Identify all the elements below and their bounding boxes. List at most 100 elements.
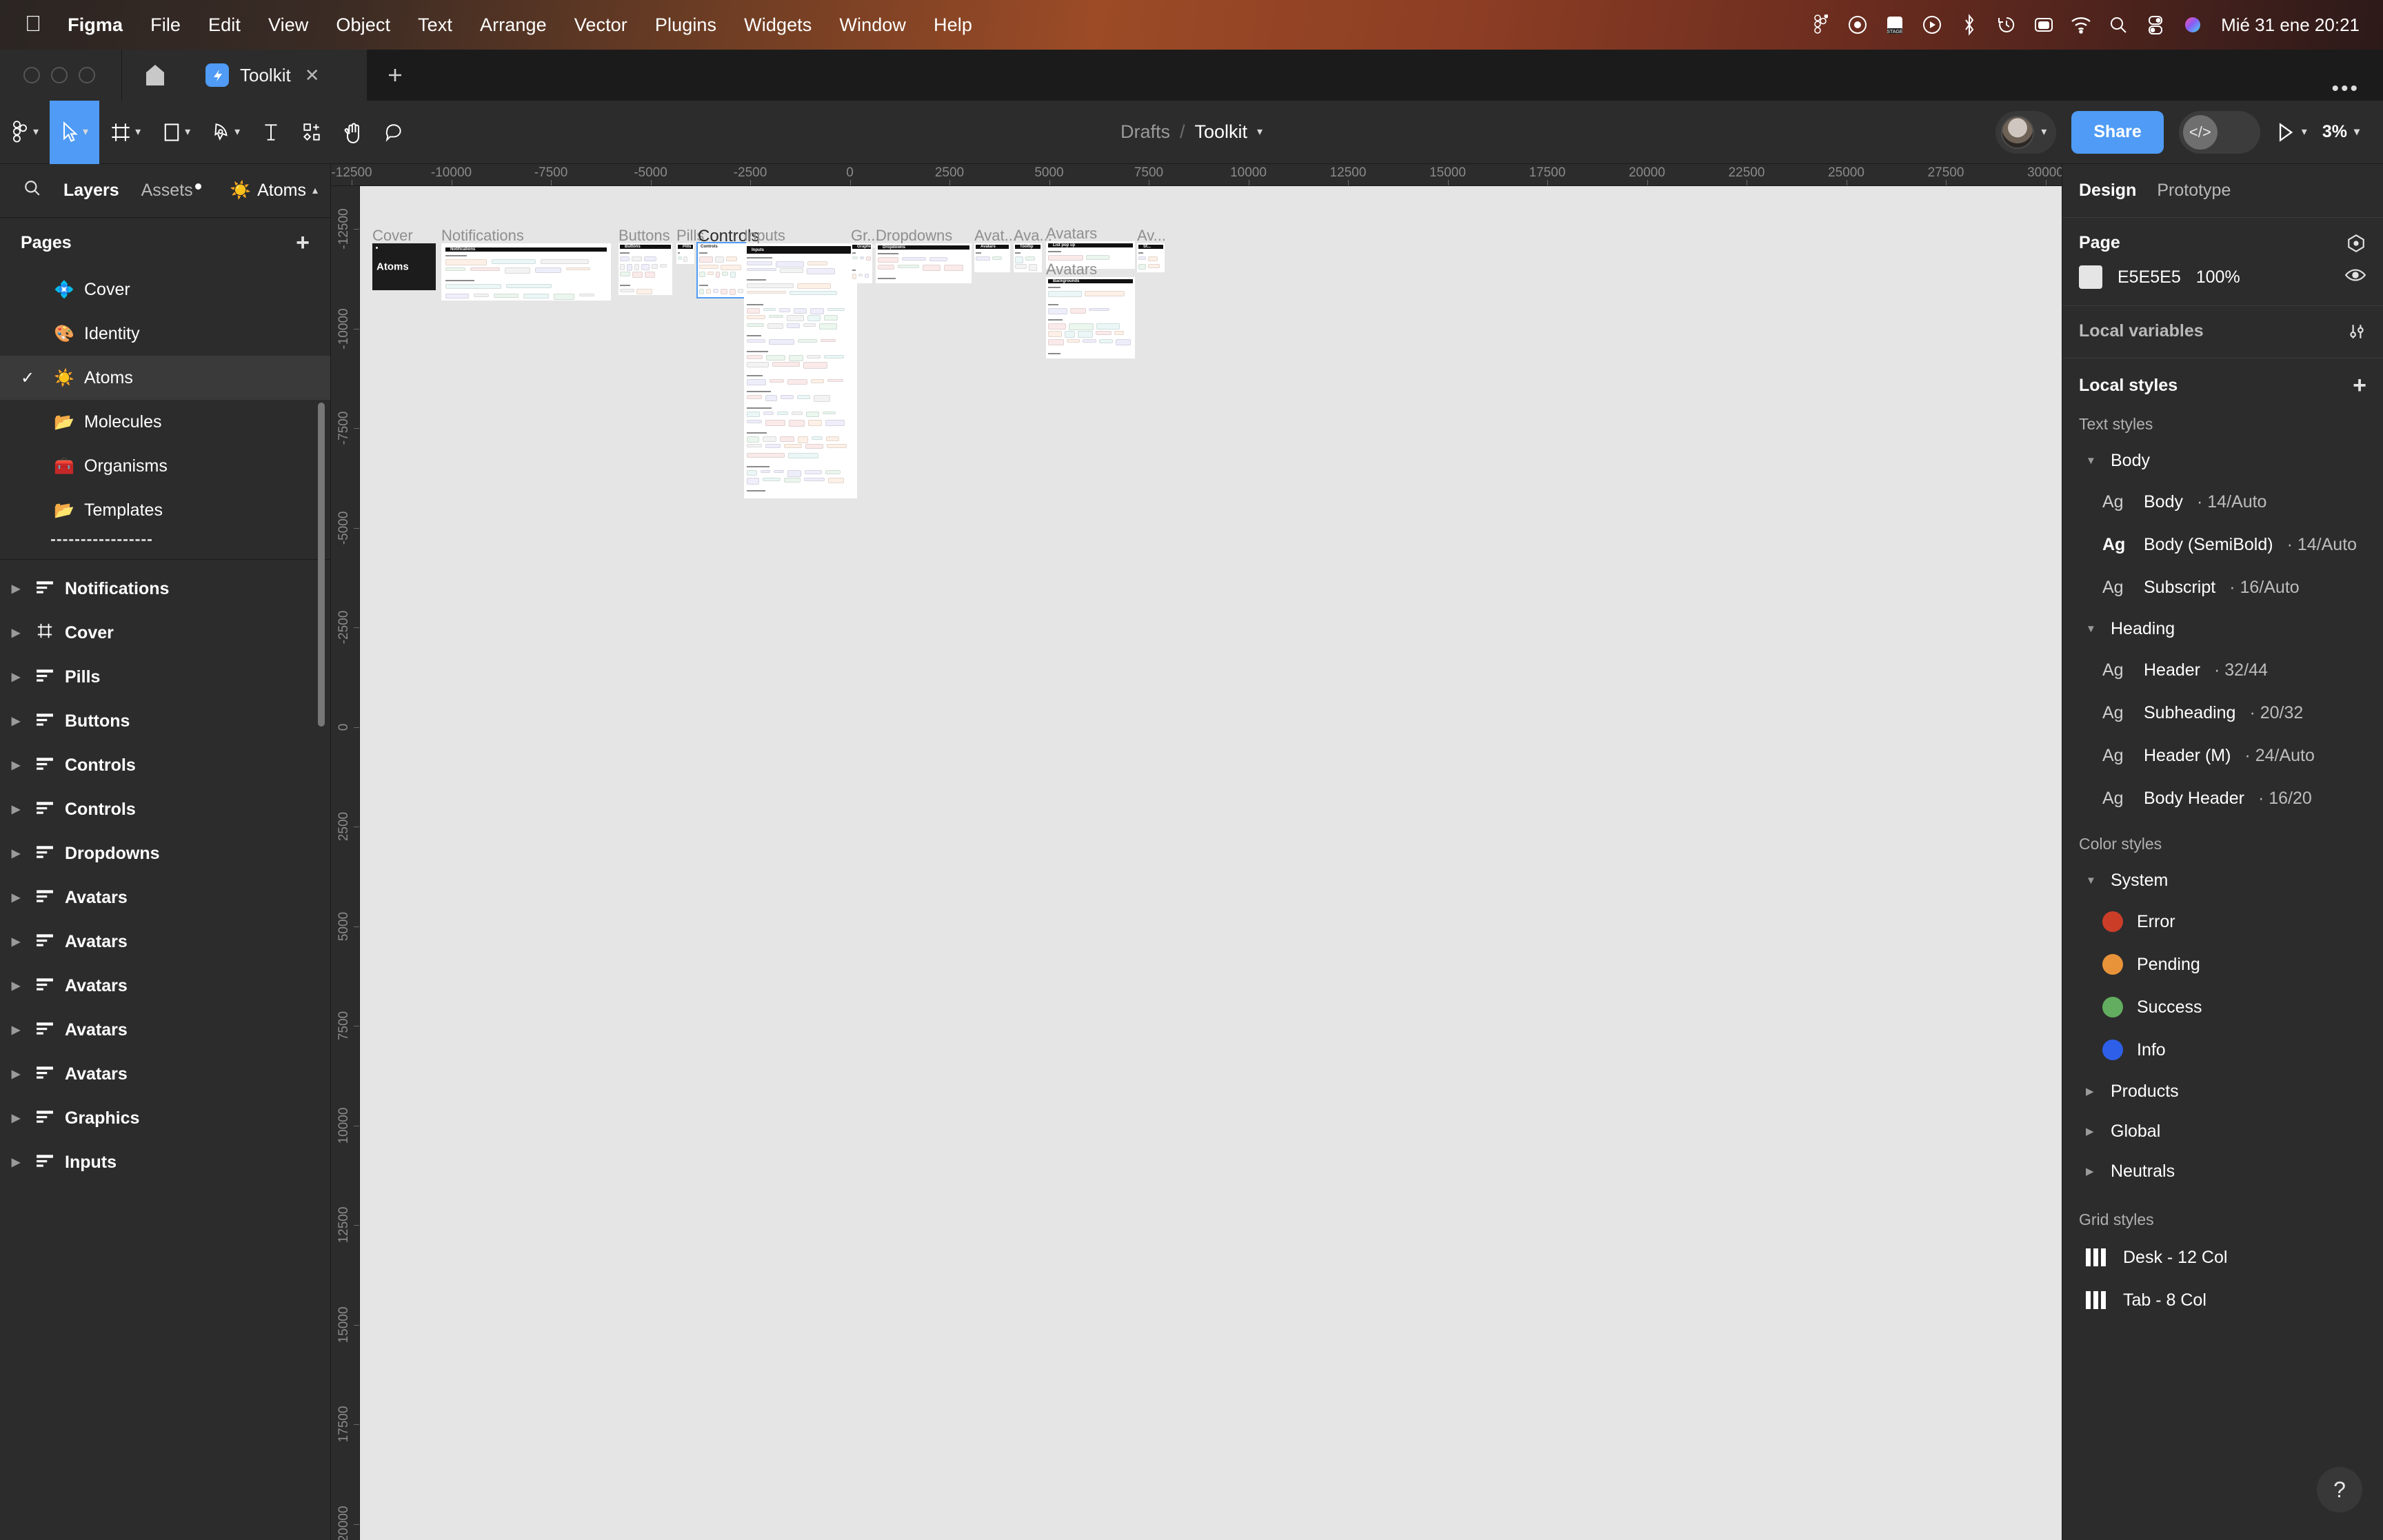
page-color-swatch[interactable] <box>2079 265 2102 289</box>
component-thumbnail[interactable] <box>747 412 760 417</box>
component-thumbnail[interactable] <box>1116 339 1131 345</box>
maximize-window-button[interactable] <box>79 67 95 83</box>
component-thumbnail[interactable] <box>699 289 704 294</box>
component-thumbnail[interactable] <box>632 256 642 261</box>
component-thumbnail[interactable] <box>828 478 844 483</box>
bluetooth-icon[interactable] <box>1951 8 1988 41</box>
sliders-icon[interactable] <box>2347 322 2366 341</box>
pen-tool-button[interactable]: ▾ <box>201 101 251 164</box>
component-thumbnail[interactable] <box>505 267 530 274</box>
component-thumbnail[interactable] <box>726 256 737 261</box>
shape-tool-button[interactable]: ▾ <box>152 101 201 164</box>
component-thumbnail[interactable] <box>992 256 1002 260</box>
canvas-frame[interactable]: St... <box>1137 243 1165 272</box>
menu-plugins[interactable]: Plugins <box>641 15 730 34</box>
component-thumbnail[interactable] <box>825 420 845 426</box>
current-page-chip[interactable]: ☀️ Atoms ▴ <box>230 181 318 201</box>
component-thumbnail[interactable] <box>767 323 783 329</box>
play-circle-icon[interactable] <box>1913 8 1951 41</box>
component-thumbnail[interactable] <box>769 339 794 345</box>
component-thumbnail[interactable] <box>716 272 720 278</box>
tab-assets[interactable]: Assets <box>130 181 212 201</box>
tab-design[interactable]: Design <box>2079 181 2136 201</box>
component-thumbnail[interactable] <box>492 259 536 264</box>
component-thumbnail[interactable] <box>797 283 831 289</box>
component-thumbnail[interactable] <box>806 412 819 417</box>
page-background-row[interactable]: E5E5E5 100% <box>2079 265 2366 289</box>
component-thumbnail[interactable] <box>747 470 757 476</box>
chevron-down-icon[interactable]: ▾ <box>1257 126 1263 138</box>
text-tool-button[interactable] <box>251 101 291 164</box>
component-thumbnail[interactable] <box>474 294 489 297</box>
component-thumbnail[interactable] <box>1083 339 1096 343</box>
text-style-body-semibold[interactable]: Ag Body (SemiBold) · 14/Auto <box>2062 523 2383 566</box>
component-thumbnail[interactable] <box>765 444 781 448</box>
component-thumbnail[interactable] <box>825 470 841 474</box>
component-thumbnail[interactable] <box>898 265 919 268</box>
component-thumbnail[interactable] <box>807 315 821 321</box>
page-item-molecules[interactable]: 📂 Molecules <box>0 400 330 444</box>
menu-text[interactable]: Text <box>404 15 466 34</box>
component-thumbnail[interactable] <box>1096 331 1112 335</box>
canvas-frame[interactable]: Tooltip <box>1014 243 1042 272</box>
component-thumbnail[interactable] <box>769 315 783 318</box>
component-thumbnail[interactable] <box>803 362 827 369</box>
component-thumbnail[interactable] <box>827 308 845 311</box>
chevron-right-icon[interactable]: ▶ <box>7 670 25 684</box>
figma-menu-icon[interactable] <box>1802 8 1839 41</box>
component-thumbnail[interactable] <box>1085 291 1125 296</box>
component-thumbnail[interactable] <box>789 420 805 427</box>
component-thumbnail[interactable] <box>747 283 794 288</box>
close-icon[interactable]: ✕ <box>302 65 323 86</box>
menu-window[interactable]: Window <box>825 15 920 34</box>
layer-item-avatars-1[interactable]: ▶ Avatars <box>0 875 330 920</box>
component-thumbnail[interactable] <box>730 272 736 278</box>
component-thumbnail[interactable] <box>644 256 656 261</box>
close-window-button[interactable] <box>23 67 40 83</box>
component-thumbnail[interactable] <box>763 478 781 481</box>
component-thumbnail[interactable] <box>1138 264 1146 270</box>
component-thumbnail[interactable] <box>1078 331 1093 338</box>
component-thumbnail[interactable] <box>699 265 718 269</box>
component-thumbnail[interactable] <box>445 259 487 265</box>
component-thumbnail[interactable] <box>858 274 863 276</box>
color-style-group-products[interactable]: ▶ Products <box>2062 1071 2383 1111</box>
component-thumbnail[interactable] <box>812 436 823 440</box>
component-thumbnail[interactable] <box>747 291 786 294</box>
component-thumbnail[interactable] <box>1138 256 1146 260</box>
component-thumbnail[interactable] <box>541 259 589 264</box>
vertical-ruler[interactable]: -12500 -10000 -7500 -5000 -2500 0 2500 5000 7500… <box>331 186 360 1540</box>
component-thumbnail[interactable] <box>789 355 803 361</box>
component-thumbnail[interactable] <box>747 339 765 343</box>
menu-view[interactable]: View <box>254 15 322 34</box>
component-thumbnail[interactable] <box>1015 264 1027 269</box>
component-thumbnail[interactable] <box>678 256 682 260</box>
frame-label[interactable]: Buttons <box>619 227 670 245</box>
chevron-right-icon[interactable]: ▶ <box>7 1023 25 1037</box>
component-thumbnail[interactable] <box>747 379 766 385</box>
layer-item-avatars-2[interactable]: ▶ Avatars <box>0 920 330 964</box>
chevron-right-icon[interactable]: ▶ <box>7 979 25 993</box>
component-thumbnail[interactable] <box>1025 256 1035 261</box>
frame-label[interactable]: Avatars <box>1046 225 1097 243</box>
component-thumbnail[interactable] <box>805 470 822 474</box>
component-thumbnail[interactable] <box>1069 323 1094 330</box>
layer-item-buttons[interactable]: ▶ Buttons <box>0 699 330 743</box>
menu-app-name[interactable]: Figma <box>54 15 137 34</box>
component-thumbnail[interactable] <box>660 264 667 267</box>
component-thumbnail[interactable] <box>535 267 561 273</box>
component-thumbnail[interactable] <box>747 436 759 443</box>
figma-main-menu-button[interactable]: ▾ <box>0 101 50 164</box>
component-thumbnail[interactable] <box>636 289 652 294</box>
page-settings-icon[interactable] <box>2346 234 2366 253</box>
canvas-frame[interactable]: Inputs <box>744 243 857 498</box>
component-thumbnail[interactable] <box>1048 291 1082 297</box>
component-thumbnail[interactable] <box>554 294 574 300</box>
share-button[interactable]: Share <box>2071 110 2164 154</box>
color-style-error[interactable]: Error <box>2062 900 2383 943</box>
component-thumbnail[interactable] <box>860 256 864 259</box>
component-thumbnail[interactable] <box>765 395 777 401</box>
text-style-group-body[interactable]: ▼ Body <box>2062 440 2383 480</box>
component-thumbnail[interactable] <box>747 420 762 423</box>
page-item-identity[interactable]: 🎨 Identity <box>0 312 330 356</box>
